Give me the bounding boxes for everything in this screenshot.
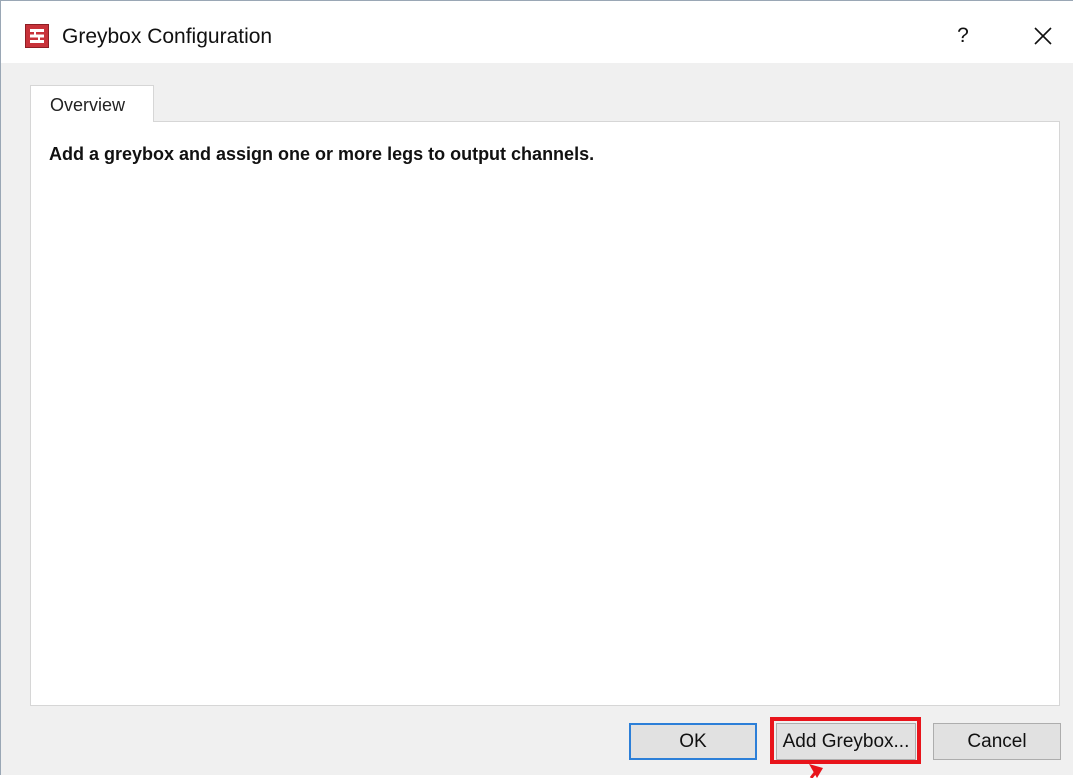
add-greybox-button[interactable]: Add Greybox... (776, 723, 916, 760)
greybox-app-icon (25, 24, 49, 48)
title-bar[interactable]: Greybox Configuration ? (1, 1, 1073, 63)
greybox-configuration-dialog: Greybox Configuration ? Overview Add a g… (0, 0, 1073, 778)
annotation-arrow (809, 764, 823, 778)
help-button[interactable]: ? (941, 15, 985, 57)
overview-panel: Add a greybox and assign one or more leg… (30, 121, 1060, 706)
instructions-text: Add a greybox and assign one or more leg… (49, 144, 595, 164)
tab-overview-label: Overview (50, 95, 126, 115)
dialog-title: Greybox Configuration (62, 25, 273, 48)
tab-overview[interactable]: Overview (30, 85, 154, 122)
close-button[interactable] (1019, 15, 1067, 57)
help-icon: ? (957, 24, 969, 47)
cancel-button[interactable]: Cancel (933, 723, 1061, 760)
ok-button[interactable]: OK (629, 723, 757, 760)
close-icon (1034, 27, 1052, 45)
